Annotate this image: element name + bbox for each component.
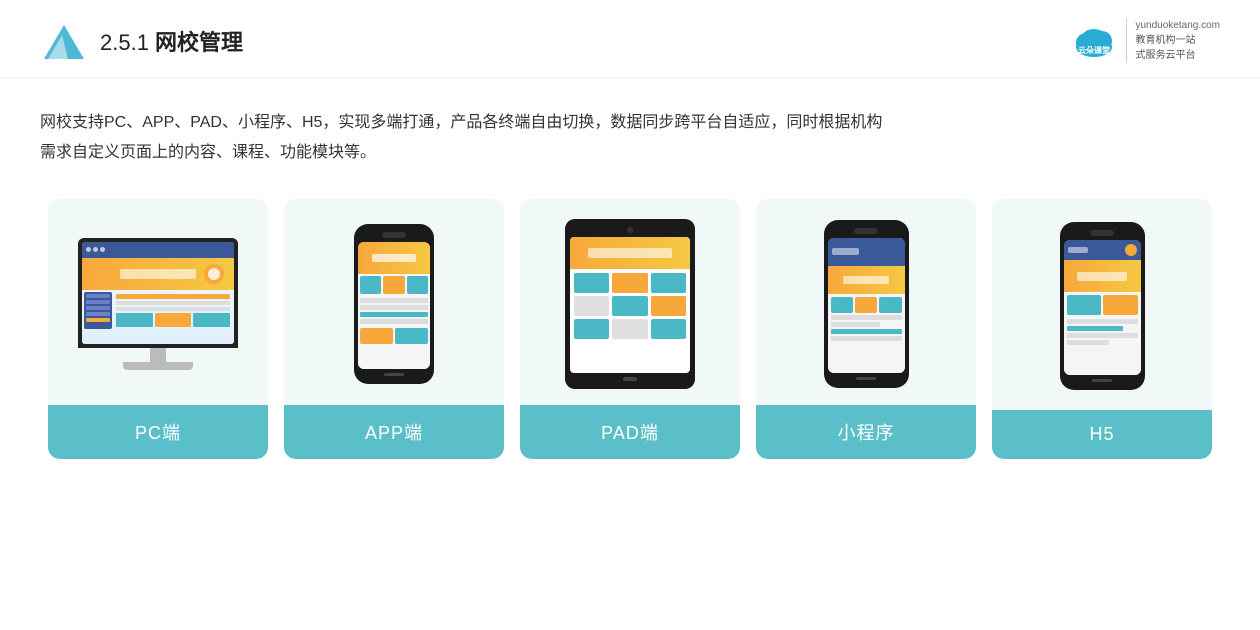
card-app-image bbox=[284, 199, 504, 405]
description-line1: 网校支持PC、APP、PAD、小程序、H5，实现多端打通，产品各终端自由切换，数… bbox=[40, 114, 882, 131]
card-pc-label: PC端 bbox=[48, 405, 268, 459]
card-pc-image bbox=[48, 199, 268, 405]
brand-text: yunduoketang.com 教育机构一站 式服务云平台 bbox=[1126, 18, 1220, 63]
brand-cloud-icon: 云朵课堂 bbox=[1070, 21, 1118, 61]
description: 网校支持PC、APP、PAD、小程序、H5，实现多端打通，产品各终端自由切换，数… bbox=[0, 78, 1260, 169]
card-pad-label: PAD端 bbox=[520, 405, 740, 459]
logo-triangle-icon bbox=[40, 19, 84, 63]
svg-text:云朵课堂: 云朵课堂 bbox=[1078, 45, 1110, 55]
brand-logo: 云朵课堂 yunduoketang.com 教育机构一站 式服务云平台 bbox=[1070, 18, 1220, 63]
pc-monitor bbox=[78, 238, 238, 370]
cards-section: PC端 bbox=[0, 169, 1260, 489]
card-h5-image bbox=[992, 199, 1212, 410]
header-left: 2.5.1 网校管理 bbox=[40, 19, 243, 63]
card-pad: PAD端 bbox=[520, 199, 740, 459]
card-app: APP端 bbox=[284, 199, 504, 459]
card-h5-label: H5 bbox=[992, 410, 1212, 459]
card-miniapp-image bbox=[756, 199, 976, 405]
card-pad-image bbox=[520, 199, 740, 405]
card-miniapp-label: 小程序 bbox=[756, 405, 976, 459]
miniapp-phone-mock bbox=[824, 220, 909, 388]
header: 2.5.1 网校管理 云朵课堂 yunduoketang.com 教育机构一站 … bbox=[0, 0, 1260, 78]
app-phone-mock bbox=[354, 224, 434, 384]
pad-tablet-mock bbox=[565, 219, 695, 389]
description-line2: 需求自定义页面上的内容、课程、功能模块等。 bbox=[40, 144, 376, 161]
page-container: 2.5.1 网校管理 云朵课堂 yunduoketang.com 教育机构一站 … bbox=[0, 0, 1260, 630]
page-title: 2.5.1 网校管理 bbox=[100, 25, 243, 57]
card-app-label: APP端 bbox=[284, 405, 504, 459]
card-miniapp: 小程序 bbox=[756, 199, 976, 459]
card-h5: H5 bbox=[992, 199, 1212, 459]
h5-phone-mock bbox=[1060, 222, 1145, 390]
header-right: 云朵课堂 yunduoketang.com 教育机构一站 式服务云平台 bbox=[1070, 18, 1220, 63]
card-pc: PC端 bbox=[48, 199, 268, 459]
